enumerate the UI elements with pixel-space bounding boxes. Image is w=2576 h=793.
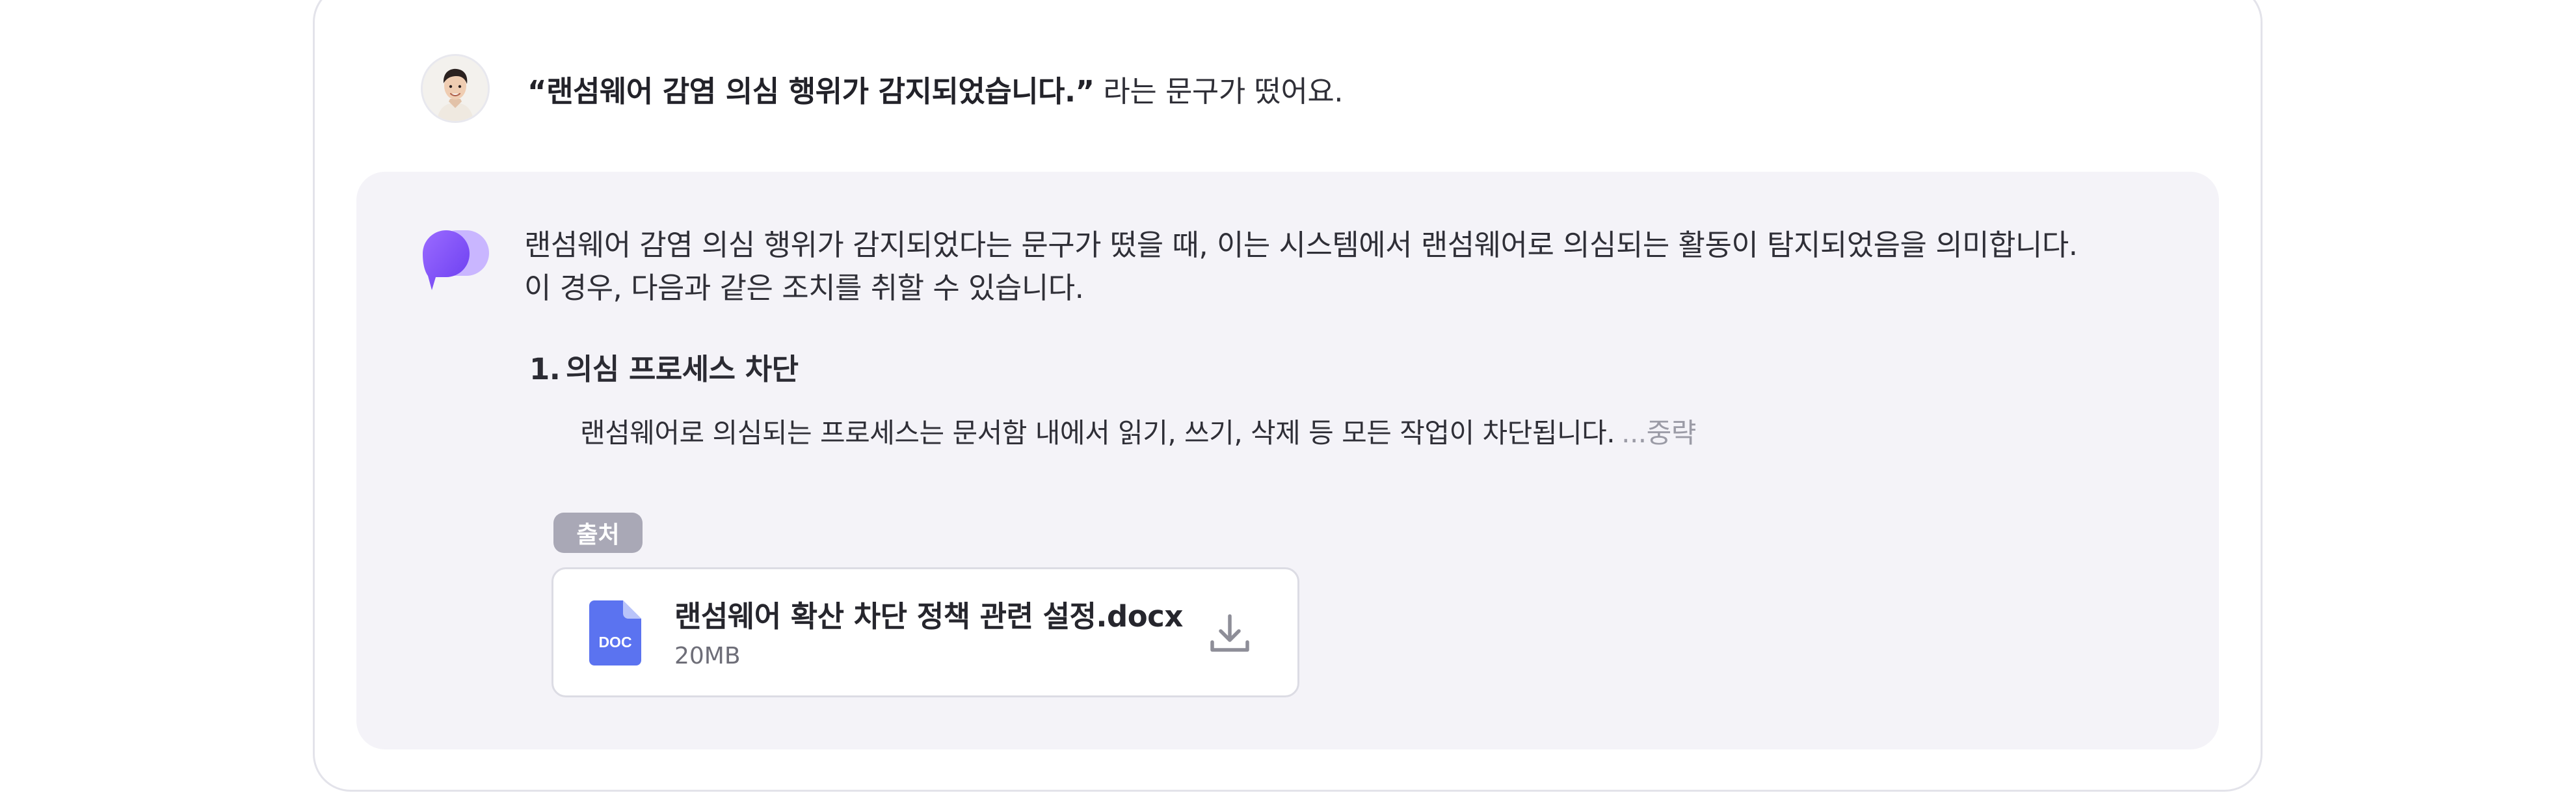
step-description-text: 랜섬웨어로 의심되는 프로세스는 문서함 내에서 읽기, 쓰기, 삭제 등 모든… <box>580 417 1615 449</box>
user-message-row: “랜섬웨어 감염 의심 행위가 감지되었습니다.” 라는 문구가 떴어요. <box>421 54 1344 123</box>
assistant-intro-line-2: 이 경우, 다음과 같은 조치를 취할 수 있습니다. <box>524 271 1084 305</box>
step-description: 랜섬웨어로 의심되는 프로세스는 문서함 내에서 읽기, 쓰기, 삭제 등 모든… <box>580 411 1696 451</box>
attachment-file-name: 랜섬웨어 확산 차단 정책 관련 설정.docx <box>674 599 1183 634</box>
assistant-intro: 랜섬웨어 감염 의심 행위가 감지되었다는 문구가 떴을 때, 이는 시스템에서… <box>524 224 2078 310</box>
assistant-logo-icon <box>423 230 489 290</box>
more-link[interactable]: ...중략 <box>1621 417 1696 449</box>
attachment-card[interactable]: DOC 랜섬웨어 확산 차단 정책 관련 설정.docx 20MB <box>551 567 1299 697</box>
step-number: 1. <box>529 352 561 386</box>
source-badge: 출처 <box>553 513 643 553</box>
doc-file-icon: DOC <box>589 600 641 665</box>
doc-type-label: DOC <box>598 634 631 651</box>
chat-page: “랜섬웨어 감염 의심 행위가 감지되었습니다.” 라는 문구가 떴어요. 랜섬… <box>0 0 2576 793</box>
user-avatar-illustration <box>423 56 488 121</box>
step-title-text: 의심 프로세스 차단 <box>566 352 799 386</box>
step-title: 1. 의심 프로세스 차단 <box>529 345 799 388</box>
attachment-file-size: 20MB <box>674 643 741 669</box>
assistant-intro-line-1: 랜섬웨어 감염 의심 행위가 감지되었다는 문구가 떴을 때, 이는 시스템에서… <box>524 228 2078 262</box>
user-avatar <box>421 54 490 123</box>
user-message-text: “랜섬웨어 감염 의심 행위가 감지되었습니다.” 라는 문구가 떴어요. <box>527 68 1344 110</box>
download-icon[interactable] <box>1208 612 1251 655</box>
user-message-quote: “랜섬웨어 감염 의심 행위가 감지되었습니다.” <box>527 74 1095 109</box>
assistant-answer-panel: 랜섬웨어 감염 의심 행위가 감지되었다는 문구가 떴을 때, 이는 시스템에서… <box>356 172 2219 749</box>
user-message-rest: 라는 문구가 떴어요. <box>1094 74 1344 109</box>
